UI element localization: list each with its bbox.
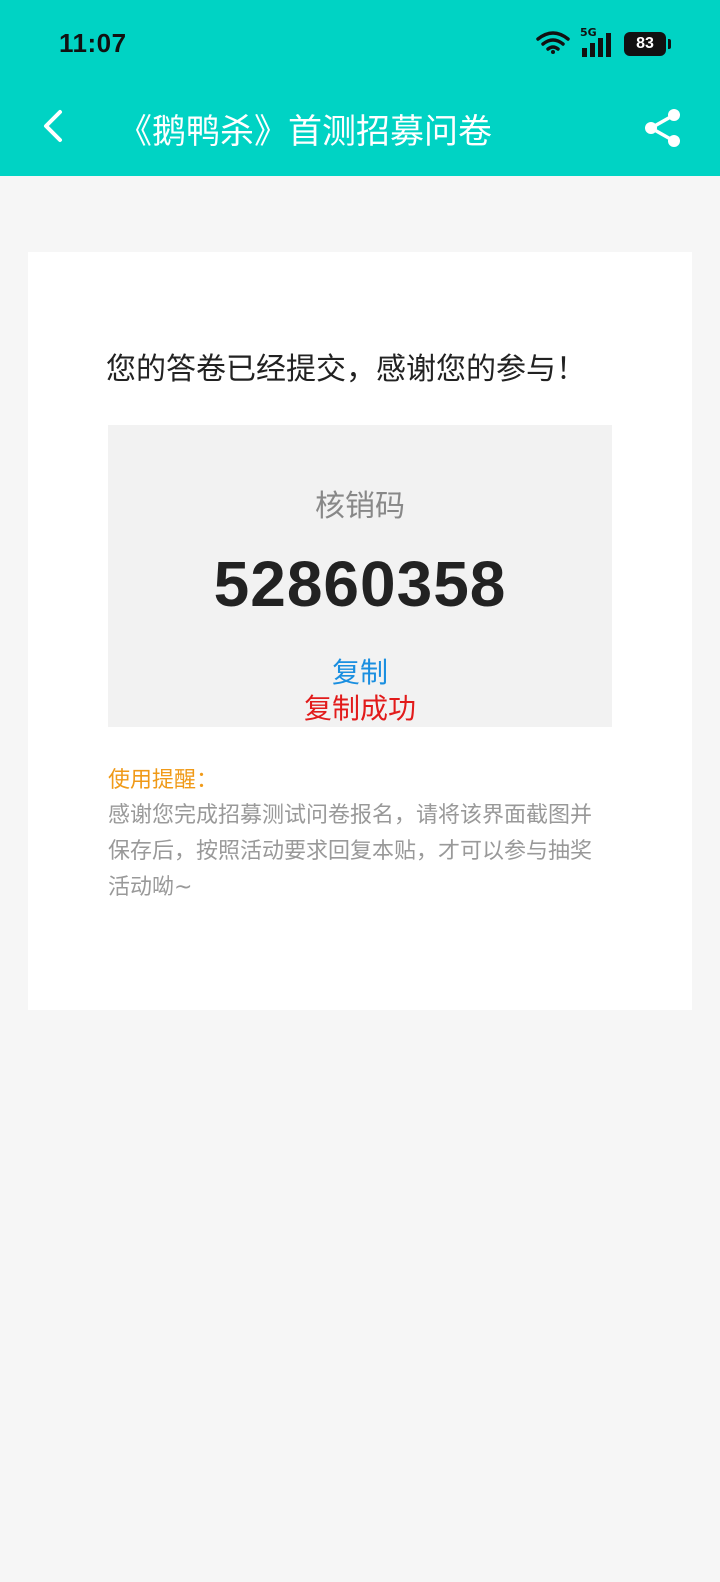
top-bar: 11:07 5G 83 《鹅鸭杀》首测招募问卷 xyxy=(0,0,720,176)
reminder-text: 感谢您完成招募测试问卷报名，请将该界面截图并保存后，按照活动要求回复本贴，才可以… xyxy=(108,803,593,900)
page-title: 《鹅鸭杀》首测招募问卷 xyxy=(118,112,492,152)
wifi-icon xyxy=(536,30,570,58)
copy-button[interactable]: 复制 xyxy=(108,651,612,691)
chevron-left-icon xyxy=(44,110,62,142)
reminder-title: 使用提醒： xyxy=(108,768,219,793)
verification-code-box: 核销码 52860358 复制 复制成功 xyxy=(108,425,612,727)
copy-success-message: 复制成功 xyxy=(303,692,416,725)
share-button[interactable] xyxy=(644,108,682,148)
back-button[interactable] xyxy=(36,106,76,146)
status-icons: 5G 83 xyxy=(536,26,671,58)
result-card: 您的答卷已经提交，感谢您的参与！ 核销码 52860358 复制 复制成功 使用… xyxy=(28,252,692,1010)
verification-code-label: 核销码 xyxy=(315,489,405,524)
share-icon xyxy=(645,109,680,147)
verification-code-value: 52860358 xyxy=(213,548,507,620)
cellular-signal-icon: 5G xyxy=(580,26,614,58)
status-time: 11:07 xyxy=(59,28,127,58)
battery-icon: 83 xyxy=(624,32,671,56)
submission-message: 您的答卷已经提交，感谢您的参与！ xyxy=(106,352,586,387)
